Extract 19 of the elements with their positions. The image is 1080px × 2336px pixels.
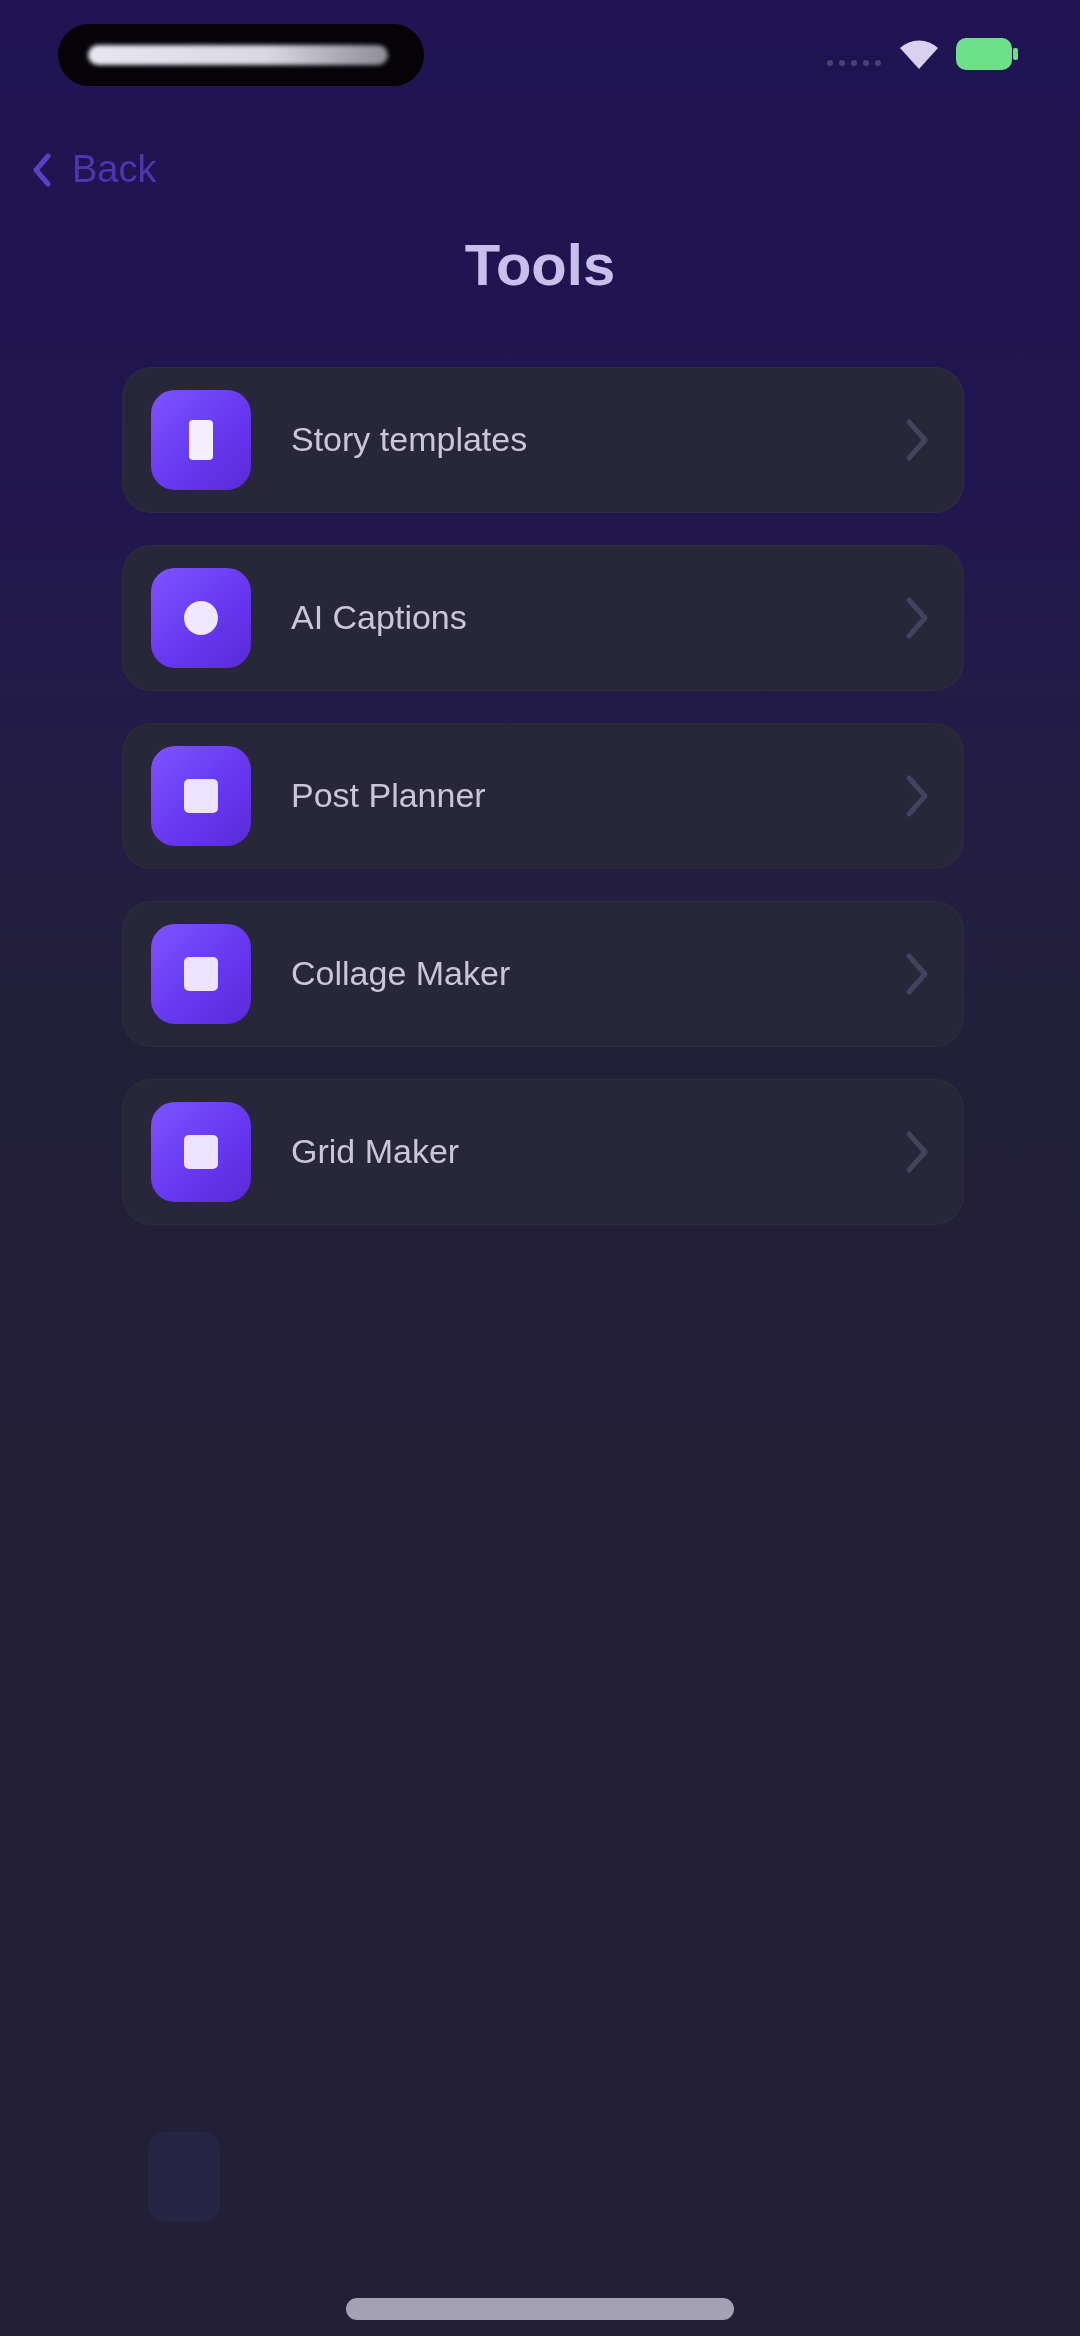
tile-square-icon	[151, 1101, 251, 1202]
chevron-right-icon	[905, 1129, 929, 1174]
tool-list-item[interactable]: AI Captions	[122, 544, 964, 691]
tool-list-item[interactable]: Story templates	[122, 366, 964, 513]
chevron-left-icon	[32, 152, 52, 187]
tile-square-icon	[151, 745, 251, 846]
tile-square-icon	[151, 923, 251, 1024]
tool-list-item[interactable]: Grid Maker	[122, 1078, 964, 1225]
battery-icon	[956, 38, 1018, 70]
chevron-right-icon	[905, 951, 929, 996]
tile-rectangle-icon	[151, 389, 251, 490]
wifi-icon	[900, 39, 938, 69]
tool-list-item[interactable]: Collage Maker	[122, 900, 964, 1047]
chevron-right-icon	[905, 773, 929, 818]
signal-dots-icon	[826, 59, 882, 67]
chevron-right-icon	[905, 417, 929, 462]
chevron-right-icon	[905, 595, 929, 640]
page-title: Tools	[464, 233, 616, 297]
tool-list-item[interactable]: Post Planner	[122, 722, 964, 869]
